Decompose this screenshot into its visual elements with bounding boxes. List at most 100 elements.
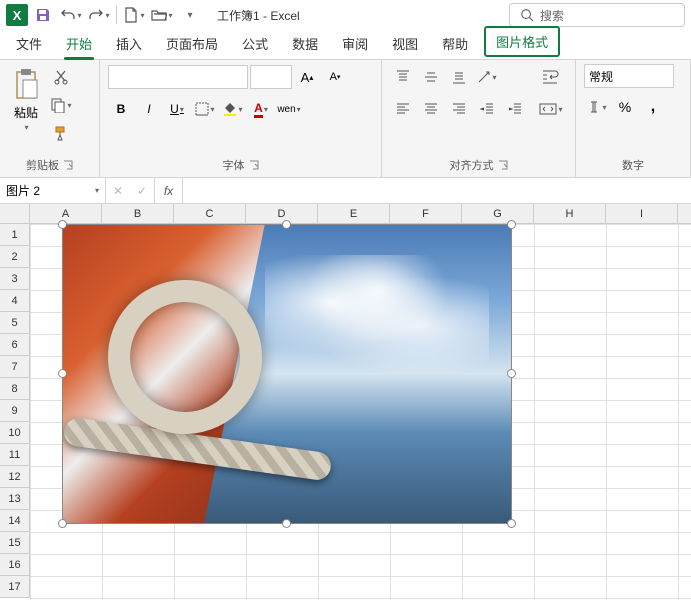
open-folder-icon[interactable]: ▾ <box>149 2 175 28</box>
col-header[interactable]: I <box>606 204 678 223</box>
row-header[interactable]: 13 <box>0 488 29 510</box>
undo-icon[interactable]: ▾ <box>58 2 84 28</box>
copy-icon[interactable]: ▾ <box>48 92 74 118</box>
merge-center-icon[interactable]: ▾ <box>538 96 564 122</box>
resize-handle-mr[interactable] <box>507 369 516 378</box>
title-bar: X ▾ ▾ ▾ ▾ ▾ 工作簿1 - Excel 搜索 <box>0 0 691 30</box>
increase-font-icon[interactable]: A▴ <box>294 64 320 90</box>
font-size-select[interactable] <box>250 65 292 89</box>
comma-format-icon[interactable]: , <box>640 94 666 120</box>
paste-button[interactable]: 粘贴 ▾ <box>8 64 44 136</box>
row-header[interactable]: 10 <box>0 422 29 444</box>
cancel-formula-icon[interactable]: ✕ <box>106 178 130 203</box>
align-top-icon[interactable] <box>390 64 416 90</box>
embedded-image[interactable] <box>62 224 512 524</box>
col-header[interactable]: A <box>30 204 102 223</box>
phonetic-button[interactable]: wen▾ <box>276 96 302 122</box>
decrease-font-icon[interactable]: A▾ <box>322 64 348 90</box>
col-header[interactable]: E <box>318 204 390 223</box>
row-header[interactable]: 4 <box>0 290 29 312</box>
col-header[interactable]: G <box>462 204 534 223</box>
row-header[interactable]: 12 <box>0 466 29 488</box>
column-headers: A B C D E F G H I <box>30 204 691 224</box>
row-header[interactable]: 11 <box>0 444 29 466</box>
tab-view[interactable]: 视图 <box>380 28 430 59</box>
row-header[interactable]: 2 <box>0 246 29 268</box>
tab-file[interactable]: 文件 <box>4 28 54 59</box>
formula-bar-input[interactable] <box>183 178 691 203</box>
col-header[interactable]: B <box>102 204 174 223</box>
ribbon-group-alignment: ▾ ▾ 对齐方式 <box>382 60 576 177</box>
row-header[interactable]: 9 <box>0 400 29 422</box>
redo-icon[interactable]: ▾ <box>86 2 112 28</box>
align-left-icon[interactable] <box>390 96 416 122</box>
resize-handle-tc[interactable] <box>282 220 291 229</box>
resize-handle-tr[interactable] <box>507 220 516 229</box>
format-painter-icon[interactable] <box>48 120 74 146</box>
align-center-icon[interactable] <box>418 96 444 122</box>
dialog-launcher-icon[interactable] <box>249 160 259 170</box>
italic-button[interactable]: I <box>136 96 162 122</box>
confirm-formula-icon[interactable]: ✓ <box>130 178 154 203</box>
percent-format-icon[interactable]: % <box>612 94 638 120</box>
excel-app-icon: X <box>6 4 28 26</box>
col-header[interactable]: D <box>246 204 318 223</box>
col-header[interactable]: C <box>174 204 246 223</box>
tab-review[interactable]: 审阅 <box>330 28 380 59</box>
cut-icon[interactable] <box>48 64 74 90</box>
bold-button[interactable]: B <box>108 96 134 122</box>
wrap-text-icon[interactable] <box>538 64 564 90</box>
fill-color-button[interactable]: ▾ <box>220 96 246 122</box>
qat-customize-icon[interactable]: ▾ <box>177 2 203 28</box>
resize-handle-bc[interactable] <box>282 519 291 528</box>
align-bottom-icon[interactable] <box>446 64 472 90</box>
tab-data[interactable]: 数据 <box>280 28 330 59</box>
chevron-down-icon[interactable]: ▾ <box>95 186 99 195</box>
row-header[interactable]: 6 <box>0 334 29 356</box>
accounting-format-icon[interactable]: ▾ <box>584 94 610 120</box>
col-header[interactable]: H <box>534 204 606 223</box>
resize-handle-tl[interactable] <box>58 220 67 229</box>
orientation-icon[interactable]: ▾ <box>474 64 500 90</box>
resize-handle-bl[interactable] <box>58 519 67 528</box>
row-header[interactable]: 14 <box>0 510 29 532</box>
fx-label[interactable]: fx <box>155 178 183 203</box>
ribbon-group-number: ▾ % , 数字 <box>576 60 691 177</box>
tab-home[interactable]: 开始 <box>54 28 104 59</box>
new-file-icon[interactable]: ▾ <box>121 2 147 28</box>
save-icon[interactable] <box>30 2 56 28</box>
select-all-corner[interactable] <box>0 204 30 224</box>
row-header[interactable]: 8 <box>0 378 29 400</box>
tab-formulas[interactable]: 公式 <box>230 28 280 59</box>
tab-insert[interactable]: 插入 <box>104 28 154 59</box>
increase-indent-icon[interactable] <box>502 96 528 122</box>
col-header[interactable]: F <box>390 204 462 223</box>
row-header[interactable]: 16 <box>0 554 29 576</box>
row-header[interactable]: 1 <box>0 224 29 246</box>
tab-picture-format[interactable]: 图片格式 <box>484 26 560 57</box>
resize-handle-ml[interactable] <box>58 369 67 378</box>
row-header[interactable]: 15 <box>0 532 29 554</box>
row-header[interactable]: 3 <box>0 268 29 290</box>
ribbon-group-font: A▴ A▾ B I U▾ ▾ ▾ A▾ wen▾ 字体 <box>100 60 382 177</box>
border-button[interactable]: ▾ <box>192 96 218 122</box>
name-box[interactable]: 图片 2 ▾ <box>0 178 106 203</box>
row-header[interactable]: 5 <box>0 312 29 334</box>
tab-page-layout[interactable]: 页面布局 <box>154 28 230 59</box>
decrease-indent-icon[interactable] <box>474 96 500 122</box>
tab-help[interactable]: 帮助 <box>430 28 480 59</box>
spreadsheet-grid[interactable]: A B C D E F G H I 1 2 3 4 5 6 7 8 9 10 1… <box>0 204 691 600</box>
search-box[interactable]: 搜索 <box>509 3 685 27</box>
separator <box>116 6 117 24</box>
row-header[interactable]: 17 <box>0 576 29 598</box>
dialog-launcher-icon[interactable] <box>63 160 73 170</box>
dialog-launcher-icon[interactable] <box>498 160 508 170</box>
number-format-select[interactable] <box>584 64 674 88</box>
align-right-icon[interactable] <box>446 96 472 122</box>
font-family-select[interactable] <box>108 65 248 89</box>
underline-button[interactable]: U▾ <box>164 96 190 122</box>
row-header[interactable]: 7 <box>0 356 29 378</box>
resize-handle-br[interactable] <box>507 519 516 528</box>
align-middle-icon[interactable] <box>418 64 444 90</box>
font-color-button[interactable]: A▾ <box>248 96 274 122</box>
